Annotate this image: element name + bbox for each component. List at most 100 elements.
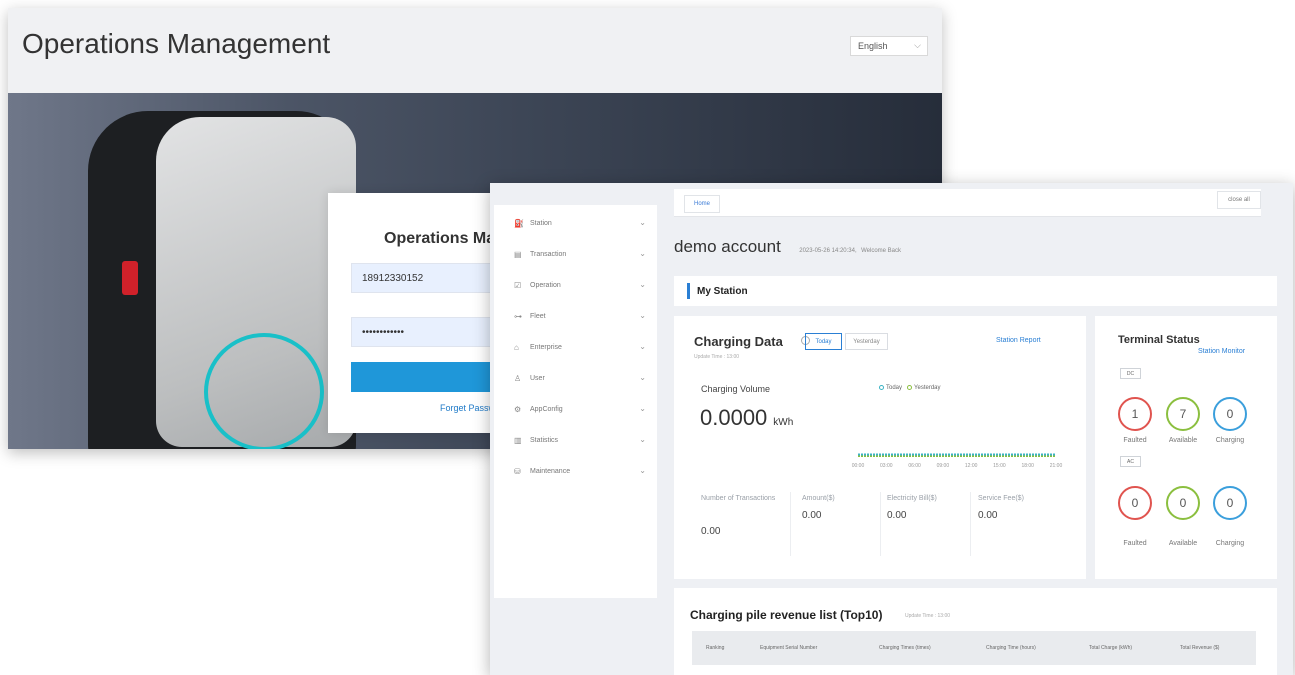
- login-page-title: Operations Management: [22, 28, 331, 59]
- sidebar-item-label: Fleet: [530, 313, 546, 320]
- amount-label: Amount($): [802, 495, 835, 502]
- transaction-icon: ▤: [514, 250, 522, 259]
- charger-cable-ring: [204, 333, 324, 449]
- x-tick-label: 09:00: [937, 463, 950, 469]
- charging-volume-unit: kWh: [773, 417, 794, 428]
- charging-data-panel: Charging Data i Today Yesterday Station …: [674, 316, 1086, 579]
- ac-badge: AC: [1120, 456, 1141, 467]
- yesterday-toggle-button[interactable]: Yesterday: [845, 333, 888, 350]
- sidebar-item-station[interactable]: ⛽ Station ⌄: [494, 212, 657, 236]
- service-fee-value: 0.00: [978, 510, 998, 521]
- chevron-down-icon: ⌄: [639, 342, 646, 351]
- tab-home[interactable]: Home: [684, 195, 720, 213]
- chevron-down-icon: ⌄: [639, 466, 646, 475]
- x-tick-label: 06:00: [908, 463, 921, 469]
- chevron-down-icon: ⌄: [639, 404, 646, 413]
- column-header-ranking[interactable]: Ranking: [706, 645, 724, 651]
- ac-available-count: 0: [1166, 486, 1200, 520]
- station-monitor-link[interactable]: Station Monitor: [1198, 348, 1245, 355]
- chevron-down-icon: ⌄: [639, 373, 646, 382]
- sidebar-item-label: Station: [530, 220, 552, 227]
- ac-faulted-count: 0: [1118, 486, 1152, 520]
- chevron-down-icon: ⌄: [639, 280, 646, 289]
- x-tick-label: 21:00: [1050, 463, 1063, 469]
- statistics-icon: ▥: [514, 436, 522, 445]
- operation-icon: ☑: [514, 281, 522, 290]
- service-fee-label: Service Fee($): [978, 495, 1024, 502]
- transactions-count-value: 0.00: [701, 526, 721, 537]
- fleet-icon: ⊶: [514, 312, 522, 321]
- chevron-down-icon: ⌵: [914, 40, 921, 50]
- sidebar-item-statistics[interactable]: ▥ Statistics ⌄: [494, 429, 657, 453]
- revenue-list-panel: Charging pile revenue list (Top10) Updat…: [674, 588, 1277, 675]
- column-header-serial[interactable]: Equipment Serial Number: [760, 645, 817, 651]
- sidebar-item-label: Operation: [530, 282, 561, 289]
- sidebar-item-label: Enterprise: [530, 344, 562, 351]
- stat-divider: [790, 492, 791, 556]
- legend-yesterday-label: Yesterday: [914, 385, 941, 392]
- appconfig-icon: ⚙: [514, 405, 522, 414]
- terminal-status-title: Terminal Status: [1118, 334, 1200, 346]
- today-toggle-button[interactable]: Today: [805, 333, 842, 350]
- dc-charging-label: Charging: [1215, 437, 1245, 444]
- sidebar-item-transaction[interactable]: ▤ Transaction ⌄: [494, 243, 657, 267]
- revenue-list-title: Charging pile revenue list (Top10): [690, 608, 883, 622]
- account-name: demo account: [674, 237, 781, 256]
- x-tick-label: 15:00: [993, 463, 1006, 469]
- maintenance-icon: ⛁: [514, 467, 521, 476]
- charging-volume-label: Charging Volume: [701, 384, 771, 394]
- ac-charging-label: Charging: [1215, 540, 1245, 547]
- ac-charging-count: 0: [1213, 486, 1247, 520]
- legend-today-marker: [879, 385, 884, 390]
- dc-available-label: Available: [1168, 437, 1198, 444]
- amount-value: 0.00: [802, 510, 822, 521]
- legend-yesterday-marker: [907, 385, 913, 390]
- charger-indicator-light: [122, 261, 138, 295]
- station-report-link[interactable]: Station Report: [996, 337, 1041, 344]
- dc-charging-count: 0: [1213, 397, 1247, 431]
- chevron-down-icon: ⌄: [639, 249, 646, 258]
- ac-available-label: Available: [1168, 540, 1198, 547]
- user-icon: ♙: [514, 374, 522, 383]
- charging-volume-chart: 00:00 03:00 06:00 09:00 12:00 15:00 18:00 21:00: [852, 453, 1063, 469]
- column-header-charging-time[interactable]: Charging Time (hours): [986, 645, 1036, 651]
- dashboard-window: ⛽ Station ⌄ ▤ Transaction ⌄ ☑ Operation …: [490, 183, 1293, 675]
- sidebar: ⛽ Station ⌄ ▤ Transaction ⌄ ☑ Operation …: [494, 205, 657, 598]
- sidebar-item-user[interactable]: ♙ User ⌄: [494, 367, 657, 391]
- tab-bar: Home: [674, 189, 1261, 217]
- column-header-total-revenue[interactable]: Total Revenue ($): [1180, 645, 1219, 651]
- sidebar-item-label: Maintenance: [530, 468, 571, 475]
- dc-available-count: 7: [1166, 397, 1200, 431]
- column-header-charging-times[interactable]: Charging Times (times): [879, 645, 931, 651]
- sidebar-item-label: Transaction: [530, 251, 567, 258]
- sidebar-item-operation[interactable]: ☑ Operation ⌄: [494, 274, 657, 298]
- sidebar-item-appconfig[interactable]: ⚙ AppConfig ⌄: [494, 398, 657, 422]
- revenue-table-header: Ranking Equipment Serial Number Charging…: [692, 631, 1256, 665]
- chevron-down-icon: ⌄: [639, 435, 646, 444]
- sidebar-item-label: AppConfig: [530, 406, 563, 413]
- revenue-update-time: Update Time : 13:00: [905, 613, 951, 619]
- chart-legend: Today Yesterday: [879, 385, 941, 391]
- chevron-down-icon: ⌄: [639, 218, 646, 227]
- sidebar-item-label: User: [530, 375, 545, 382]
- charging-data-title: Charging Data: [694, 334, 783, 349]
- sidebar-item-maintenance[interactable]: ⛁ Maintenance ⌄: [494, 460, 657, 484]
- language-select[interactable]: English ⌵: [850, 36, 928, 56]
- column-header-total-charge[interactable]: Total Charge (kWh): [1089, 645, 1132, 651]
- sidebar-item-fleet[interactable]: ⊶ Fleet ⌄: [494, 305, 657, 329]
- close-all-tabs-button[interactable]: close all: [1217, 191, 1261, 209]
- dc-badge: DC: [1120, 368, 1141, 379]
- chevron-down-icon: ⌄: [639, 311, 646, 320]
- station-icon: ⛽: [514, 219, 524, 228]
- my-station-header: My Station: [674, 276, 1277, 306]
- welcome-text: Welcome Back: [861, 248, 901, 254]
- ac-faulted-label: Faulted: [1123, 540, 1147, 547]
- sidebar-item-enterprise[interactable]: ⌂ Enterprise ⌄: [494, 336, 657, 360]
- x-tick-label: 18:00: [1021, 463, 1034, 469]
- stat-divider: [880, 492, 881, 556]
- stat-divider: [970, 492, 971, 556]
- charging-volume-value: 0.0000: [700, 405, 768, 430]
- legend-today-label: Today: [886, 385, 903, 392]
- my-station-title: My Station: [697, 286, 748, 297]
- section-marker: [687, 283, 690, 299]
